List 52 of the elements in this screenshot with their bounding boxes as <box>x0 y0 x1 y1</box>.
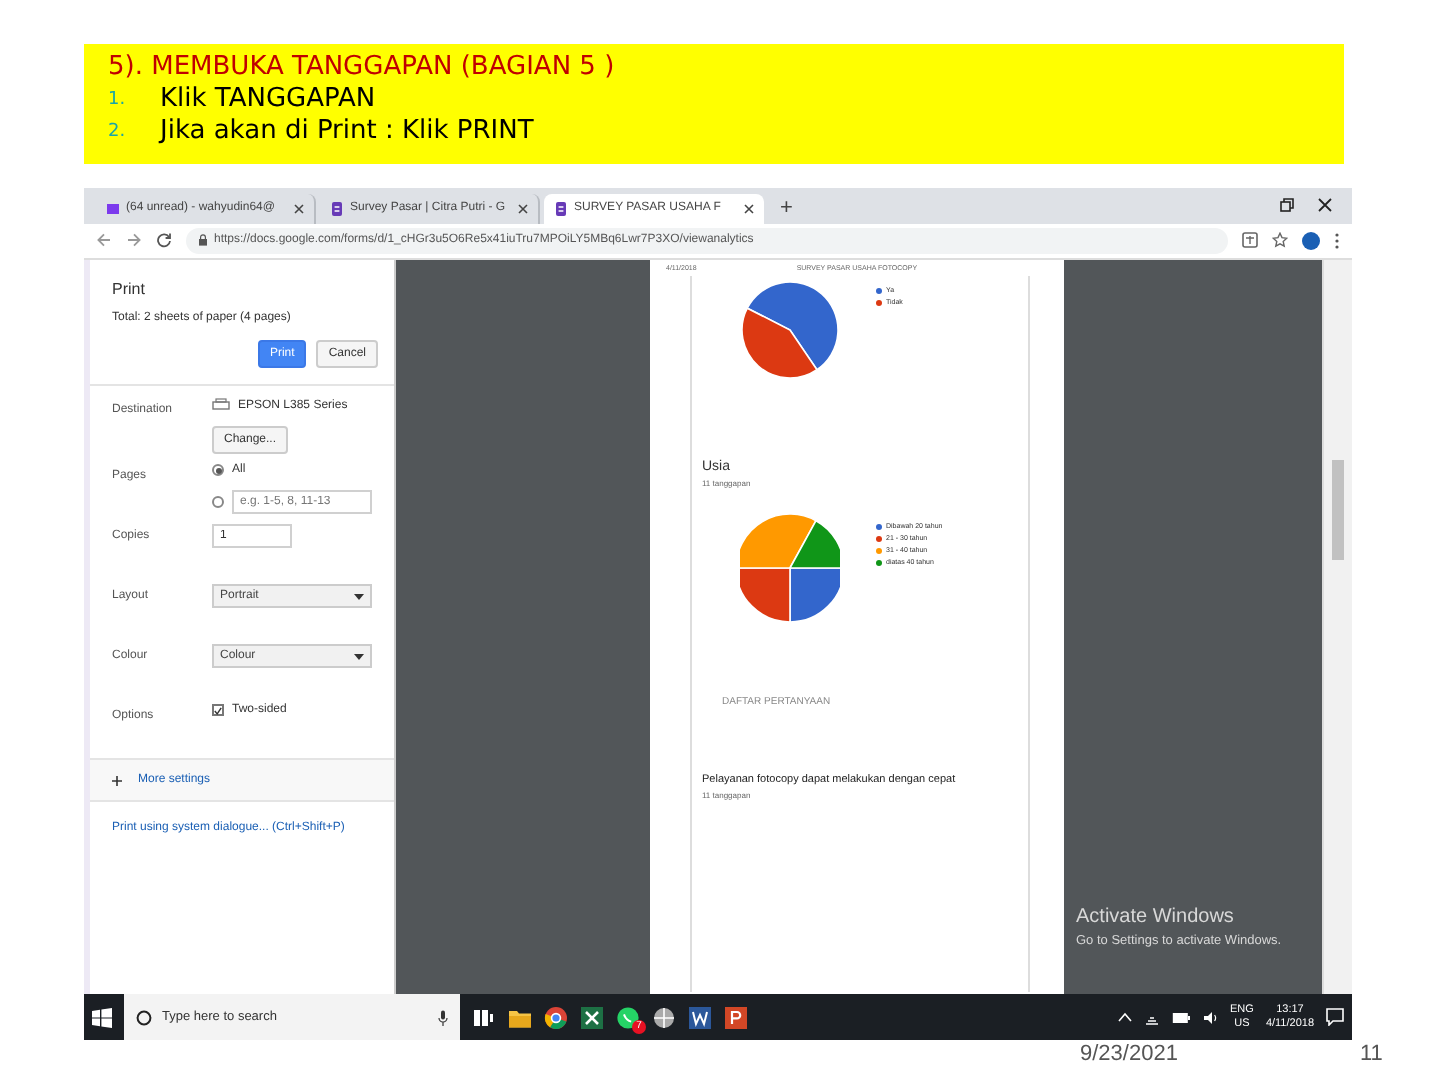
star-icon[interactable] <box>1272 232 1288 249</box>
form-icon <box>554 201 568 215</box>
caret-up-icon[interactable] <box>1118 1012 1133 1022</box>
forward-arrow-icon[interactable] <box>126 232 142 249</box>
slides-icon[interactable] <box>724 1005 748 1029</box>
notification-icon[interactable] <box>1326 1008 1344 1026</box>
new-tab-button[interactable]: + <box>780 195 793 219</box>
scrollbar[interactable] <box>1322 260 1352 994</box>
browser-icon[interactable] <box>544 1005 568 1029</box>
close-icon[interactable] <box>294 203 304 213</box>
printer-icon <box>212 398 230 412</box>
task-view-icon[interactable] <box>472 1005 496 1029</box>
slide-number: 11 <box>1360 1042 1383 1070</box>
battery-icon[interactable] <box>1172 1011 1191 1023</box>
menu-icon[interactable] <box>1334 231 1340 250</box>
checkbox[interactable] <box>212 704 224 716</box>
close-icon[interactable] <box>1318 198 1332 213</box>
search-icon <box>136 1009 152 1025</box>
step-number: 1. <box>108 88 128 114</box>
step-number: 2. <box>108 120 128 146</box>
pie-chart-drawing <box>740 512 840 624</box>
form-icon <box>330 201 344 215</box>
back-arrow-icon[interactable] <box>96 232 112 249</box>
lock-icon <box>198 234 208 247</box>
folder-icon[interactable] <box>508 1005 532 1029</box>
close-icon[interactable] <box>518 203 528 213</box>
activation-title: Activate Windows <box>1076 906 1236 928</box>
document-icon[interactable] <box>688 1005 712 1029</box>
windows-logo-icon[interactable] <box>92 1007 112 1027</box>
globe-icon[interactable] <box>652 1005 676 1029</box>
radio-button[interactable] <box>212 496 224 508</box>
avatar-icon[interactable] <box>1302 231 1320 250</box>
caret-down-icon <box>354 653 364 659</box>
envelope-icon <box>106 201 120 215</box>
close-icon[interactable] <box>744 203 754 213</box>
slide-date: 9/23/2021 <box>1080 1042 1180 1070</box>
translate-icon[interactable] <box>1242 232 1258 249</box>
radio-button[interactable] <box>212 464 224 476</box>
scrollbar-thumb[interactable] <box>1332 460 1344 560</box>
step-text: Jika akan di Print : Klik PRINT <box>160 116 534 148</box>
plus-icon <box>112 775 122 785</box>
slide-heading: 5). MEMBUKA TANGGAPAN (BAGIAN 5 ) <box>108 52 617 84</box>
spreadsheet-icon[interactable] <box>580 1005 604 1029</box>
restore-icon[interactable] <box>1280 198 1294 213</box>
caret-down-icon <box>354 593 364 599</box>
reload-icon[interactable] <box>156 232 172 249</box>
dialog-title: Print <box>112 280 147 298</box>
step-text: Klik TANGGAPAN <box>160 84 376 116</box>
chat-icon[interactable] <box>616 1005 640 1029</box>
speaker-icon[interactable] <box>1202 1009 1219 1025</box>
microphone-icon[interactable] <box>438 1009 448 1025</box>
checkmark-icon <box>214 706 222 716</box>
